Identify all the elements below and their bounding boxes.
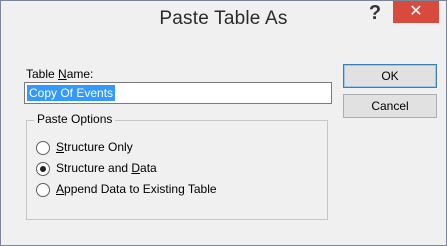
- table-name-label: Table Name:: [26, 67, 94, 81]
- paste-table-as-dialog: Paste Table As ? ✕ Table Name: Copy Of E…: [0, 0, 447, 246]
- cancel-button[interactable]: Cancel: [343, 94, 437, 118]
- radio-dot: [40, 166, 46, 172]
- ok-button[interactable]: OK: [343, 64, 437, 88]
- table-name-input[interactable]: Copy Of Events: [24, 82, 332, 104]
- radio-button[interactable]: [36, 183, 50, 197]
- radio-button[interactable]: [36, 141, 50, 155]
- radio-label: Append Data to Existing Table: [56, 182, 217, 196]
- close-icon[interactable]: ✕: [393, 1, 439, 23]
- radio-button[interactable]: [36, 162, 50, 176]
- radio-label: Structure and Data: [56, 161, 157, 175]
- table-name-value: Copy Of Events: [27, 85, 116, 101]
- paste-options-legend: Paste Options: [34, 112, 116, 126]
- help-icon[interactable]: ?: [362, 1, 388, 25]
- radio-label: Structure Only: [56, 140, 133, 154]
- title-bar: Paste Table As ? ✕: [1, 1, 446, 34]
